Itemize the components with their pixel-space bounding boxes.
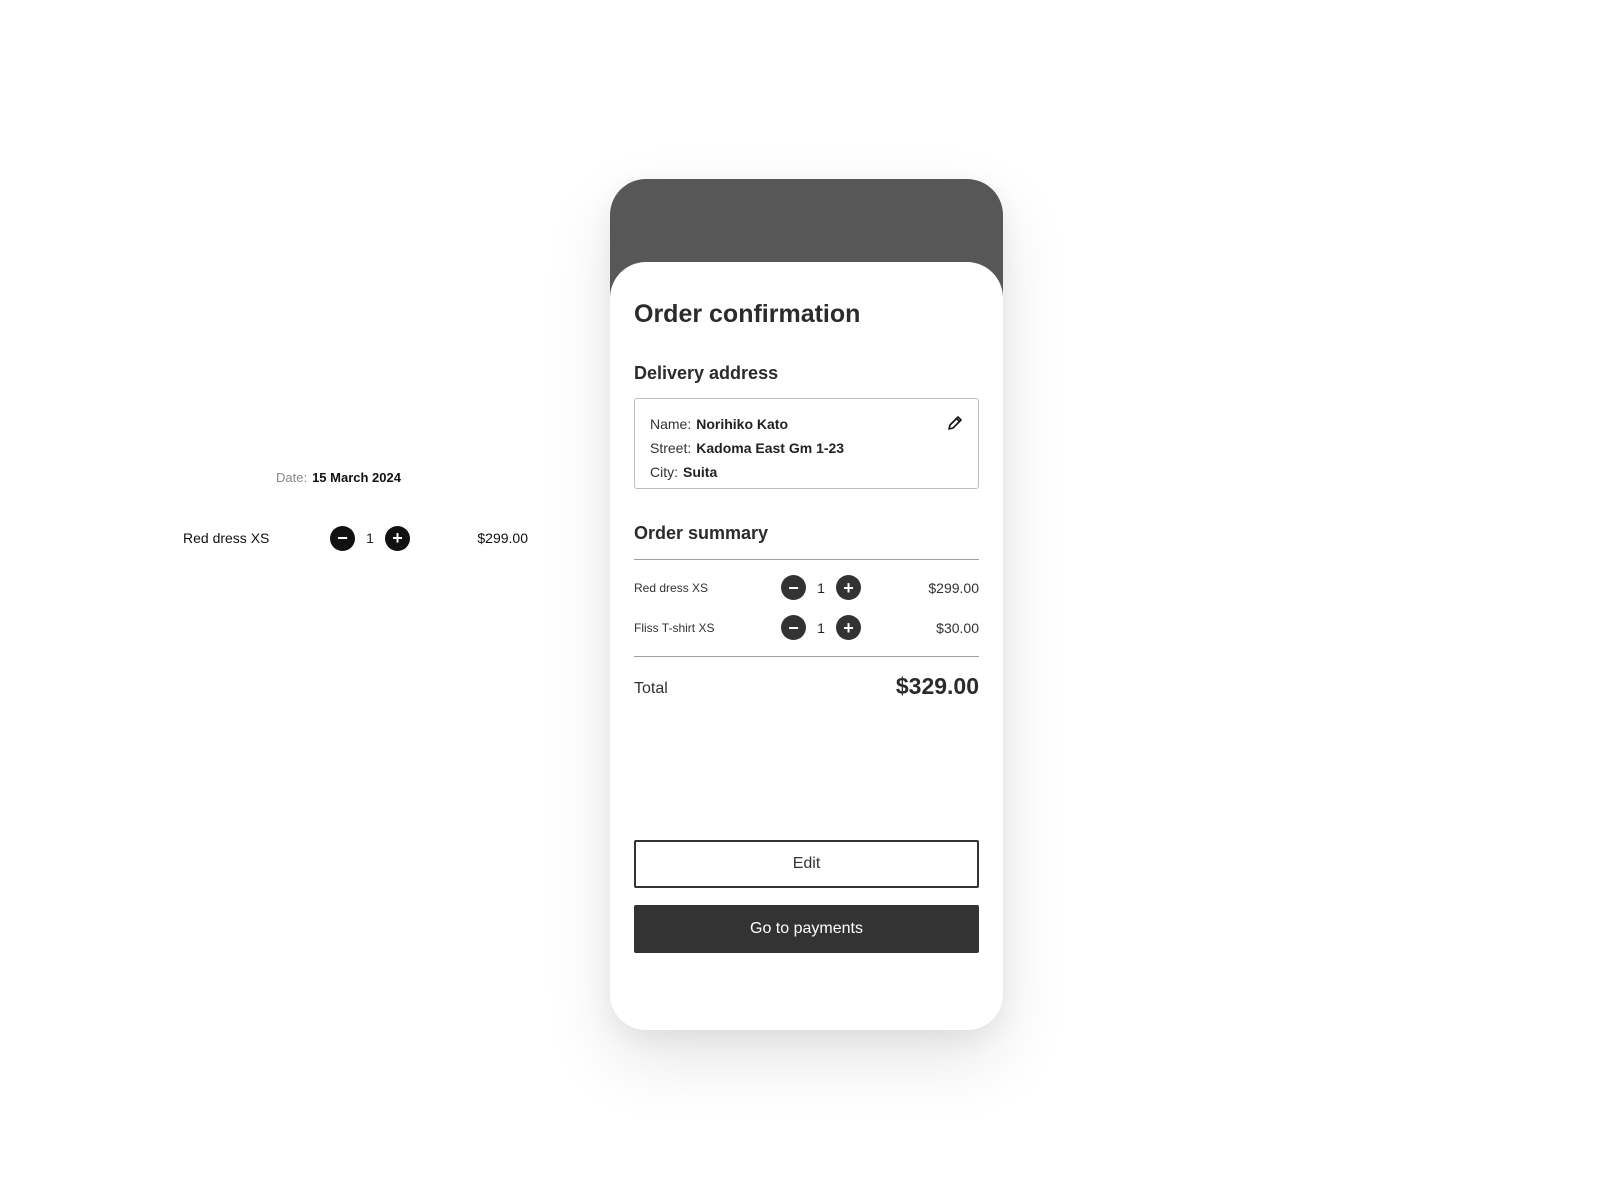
item-name: Fliss T-shirt XS — [634, 621, 715, 635]
quantity-stepper: − 1 + — [330, 525, 410, 551]
standalone-order-item: Red dress XS − 1 + $299.00 — [183, 525, 528, 551]
delivery-address-card: Name: Norihiko Kato Street: Kadoma East Gm… — [634, 398, 979, 489]
date-label: Date: — [276, 470, 308, 485]
increase-quantity-button[interactable]: + — [385, 525, 410, 551]
go-to-payments-button[interactable]: Go to payments — [634, 905, 979, 953]
order-item-row: Fliss T-shirt XS − 1 + $30.00 — [634, 615, 979, 641]
order-summary-heading: Order summary — [634, 523, 769, 543]
item-price: $30.00 — [936, 620, 979, 636]
quantity-stepper: − 1 + — [781, 615, 861, 640]
item-name: Red dress XS — [183, 530, 270, 546]
quantity-stepper: − 1 + — [781, 575, 861, 600]
address-city-label: City: — [650, 464, 678, 480]
edit-button[interactable]: Edit — [634, 840, 979, 888]
quantity-value: 1 — [817, 619, 825, 636]
address-name-row: Name: Norihiko Kato — [650, 412, 963, 436]
total-row: Total $329.00 — [634, 671, 979, 707]
order-item-row: Red dress XS − 1 + $299.00 — [634, 575, 979, 601]
date-value: 15 March 2024 — [312, 470, 401, 485]
address-city-value: Suita — [683, 464, 718, 480]
address-street-value: Kadoma East Gm 1-23 — [696, 440, 845, 456]
address-name-label: Name: — [650, 416, 692, 432]
divider — [634, 656, 979, 657]
phone-screen: Order confirmation Delivery address Name… — [610, 179, 1003, 1030]
decrease-quantity-button[interactable]: − — [781, 575, 806, 600]
address-name-value: Norihiko Kato — [696, 416, 789, 432]
address-street-row: Street: Kadoma East Gm 1-23 — [650, 436, 963, 460]
pencil-icon[interactable] — [946, 414, 964, 432]
address-city-row: City: Suita — [650, 460, 963, 484]
increase-quantity-button[interactable]: + — [836, 575, 861, 600]
item-name: Red dress XS — [634, 581, 709, 595]
item-price: $299.00 — [477, 530, 528, 546]
page-title: Order confirmation — [634, 300, 861, 328]
total-amount: $329.00 — [895, 673, 979, 699]
date-row: Date: 15 March 2024 — [276, 470, 401, 485]
address-street-label: Street: — [650, 440, 692, 456]
decrease-quantity-button[interactable]: − — [781, 615, 806, 640]
decrease-quantity-button[interactable]: − — [330, 525, 355, 551]
delivery-address-heading: Delivery address — [634, 363, 779, 383]
quantity-value: 1 — [366, 530, 374, 546]
total-label: Total — [634, 680, 668, 697]
item-price: $299.00 — [928, 580, 979, 596]
app-body: Order confirmation Delivery address Name… — [610, 262, 1003, 1030]
divider — [634, 559, 979, 560]
increase-quantity-button[interactable]: + — [836, 615, 861, 640]
quantity-value: 1 — [817, 579, 825, 596]
